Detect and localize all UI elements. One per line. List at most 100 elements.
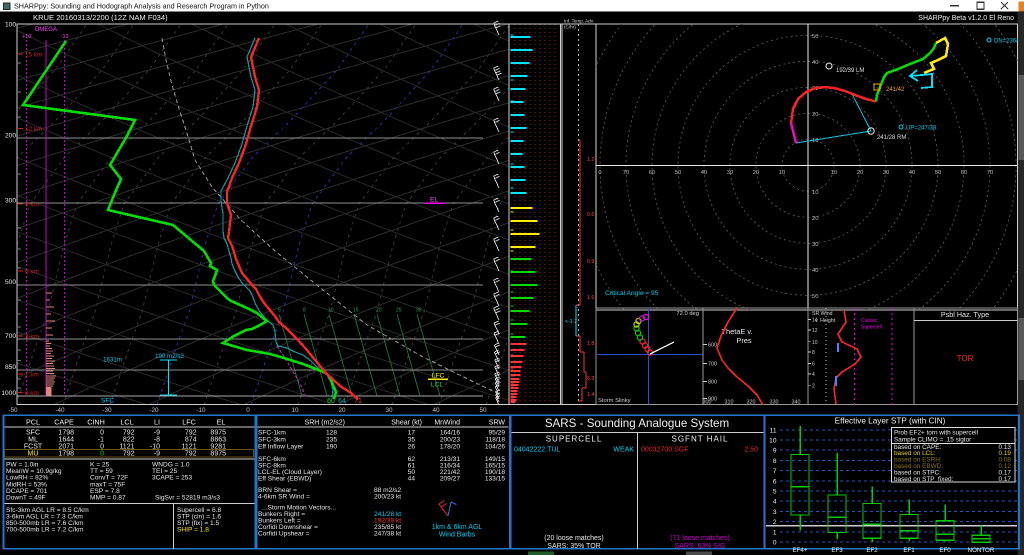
- svg-text:40: 40: [701, 170, 707, 176]
- svg-text:4-6km SR Wind =: 4-6km SR Wind =: [258, 494, 310, 501]
- svg-text:800: 800: [708, 380, 717, 386]
- svg-text:Psbl Haz. Type: Psbl Haz. Type: [941, 310, 989, 319]
- svg-text:MnWind: MnWind: [434, 420, 460, 427]
- svg-text:300: 300: [5, 197, 16, 204]
- svg-text:Sample CLIMO = .15 sigtor: Sample CLIMO = .15 sigtor: [894, 437, 972, 444]
- svg-text:8863: 8863: [210, 437, 226, 444]
- svg-text:SUPERCELL: SUPERCELL: [546, 435, 603, 444]
- svg-text:241/28 RM: 241/28 RM: [877, 135, 906, 141]
- svg-text:60: 60: [327, 398, 335, 405]
- svg-text:30: 30: [883, 170, 889, 176]
- svg-text:TOR: TOR: [957, 354, 974, 363]
- svg-text:3: 3: [773, 509, 777, 516]
- svg-text:7: 7: [773, 468, 777, 475]
- svg-text:+10: +10: [22, 34, 31, 40]
- svg-text:ThetaE v.: ThetaE v.: [721, 327, 752, 336]
- svg-text:SARS: 63% SIG: SARS: 63% SIG: [675, 543, 726, 550]
- svg-text:164/16: 164/16: [440, 430, 461, 437]
- svg-text:20: 20: [376, 308, 382, 314]
- svg-text:20: 20: [857, 170, 863, 176]
- svg-text:44: 44: [408, 476, 416, 483]
- svg-text:EF4+: EF4+: [793, 547, 808, 554]
- svg-text:241/42: 241/42: [886, 87, 905, 93]
- svg-text:133/15: 133/15: [485, 476, 506, 483]
- svg-text:72.0 deg: 72.0 deg: [676, 311, 699, 317]
- svg-text:SGFNT HAIL: SGFNT HAIL: [672, 435, 729, 444]
- svg-text:320: 320: [747, 400, 756, 406]
- svg-text:0.6: 0.6: [587, 212, 594, 218]
- svg-text:25: 25: [396, 308, 402, 314]
- svg-text:0.9: 0.9: [587, 259, 594, 265]
- svg-text:SFC: SFC: [101, 398, 114, 405]
- svg-text:9 km: 9 km: [25, 201, 39, 208]
- svg-text:LI: LI: [154, 418, 160, 427]
- svg-text:SHARPpy Beta v1.2.0 El Reno: SHARPpy Beta v1.2.0 El Reno: [918, 15, 1014, 22]
- svg-text:1 km: 1 km: [25, 371, 39, 378]
- svg-text:Prob EF2+ torn with supercell: Prob EF2+ torn with supercell: [894, 430, 978, 437]
- svg-text:340: 340: [792, 400, 801, 406]
- svg-text:118/18: 118/18: [485, 437, 505, 444]
- svg-text:330: 330: [770, 400, 779, 406]
- svg-text:60: 60: [961, 170, 967, 176]
- svg-text:0: 0: [773, 540, 777, 547]
- svg-text:3CAPE = 253: 3CAPE = 253: [152, 475, 192, 482]
- svg-text:1.2: 1.2: [587, 157, 594, 163]
- svg-text:26: 26: [408, 444, 416, 451]
- svg-text:SFC: SFC: [26, 430, 40, 437]
- svg-text:700: 700: [708, 362, 717, 368]
- svg-text:60: 60: [649, 170, 655, 176]
- svg-text:235: 235: [326, 437, 337, 444]
- svg-text:100: 100: [5, 21, 16, 28]
- svg-text:EF1: EF1: [903, 547, 915, 554]
- svg-text:PCL: PCL: [26, 418, 40, 427]
- svg-text:30: 30: [812, 242, 818, 248]
- svg-text:10: 10: [812, 138, 818, 144]
- svg-text:1798: 1798: [58, 430, 74, 437]
- svg-text:Wind Barbs: Wind Barbs: [439, 532, 476, 539]
- svg-text:SigSvr = 52819 m3/s3: SigSvr = 52819 m3/s3: [155, 495, 220, 502]
- svg-text:128: 128: [326, 430, 337, 437]
- svg-text:20: 20: [338, 407, 346, 414]
- svg-text:SFC-3km: SFC-3km: [258, 437, 286, 444]
- svg-text:40: 40: [909, 170, 915, 176]
- svg-text:70: 70: [987, 170, 993, 176]
- svg-text:17: 17: [408, 430, 416, 437]
- svg-text:NONTOR: NONTOR: [968, 547, 995, 554]
- svg-text:12 km: 12 km: [25, 126, 42, 133]
- svg-text:(71 loose matches): (71 loose matches): [670, 535, 730, 542]
- svg-text:12: 12: [812, 328, 818, 334]
- svg-text:35: 35: [408, 437, 416, 444]
- svg-text:-10: -10: [196, 407, 206, 414]
- svg-text:LCL: LCL: [120, 418, 133, 427]
- svg-text:v. Height: v. Height: [815, 318, 836, 324]
- svg-text:2: 2: [812, 383, 815, 389]
- svg-text:104/26: 104/26: [485, 444, 506, 451]
- svg-text:30: 30: [727, 170, 733, 176]
- svg-text:SRH (m2/s2): SRH (m2/s2): [305, 420, 345, 427]
- svg-text:9: 9: [773, 448, 777, 455]
- svg-text:1000: 1000: [1, 390, 16, 397]
- svg-text:(C/hr): (C/hr): [564, 25, 576, 30]
- svg-text:LFC: LFC: [432, 373, 445, 380]
- svg-text:-40: -40: [55, 407, 65, 414]
- svg-text:1631m: 1631m: [103, 357, 122, 364]
- svg-text:Classic: Classic: [861, 318, 878, 324]
- svg-text:50: 50: [935, 170, 941, 176]
- svg-text:247/38 kt: 247/38 kt: [374, 531, 401, 538]
- svg-text:30: 30: [416, 308, 422, 314]
- svg-text:Critical Angle = 95: Critical Angle = 95: [605, 290, 659, 297]
- svg-text:200/23 kt: 200/23 kt: [374, 494, 401, 501]
- svg-text:40: 40: [432, 407, 440, 414]
- svg-text:30: 30: [385, 407, 393, 414]
- svg-text:Effective Layer STP (with CIN): Effective Layer STP (with CIN): [835, 417, 946, 426]
- svg-text:UP=247/38: UP=247/38: [906, 126, 937, 132]
- svg-text:1.6: 1.6: [587, 295, 594, 301]
- svg-text:70: 70: [623, 170, 629, 176]
- svg-text:11: 11: [770, 427, 777, 434]
- svg-text:8: 8: [303, 308, 306, 314]
- svg-text:20: 20: [753, 170, 759, 176]
- svg-text:792: 792: [123, 430, 135, 437]
- svg-text:178/20: 178/20: [440, 444, 461, 451]
- svg-text:10: 10: [831, 170, 837, 176]
- svg-text:8975: 8975: [210, 430, 226, 437]
